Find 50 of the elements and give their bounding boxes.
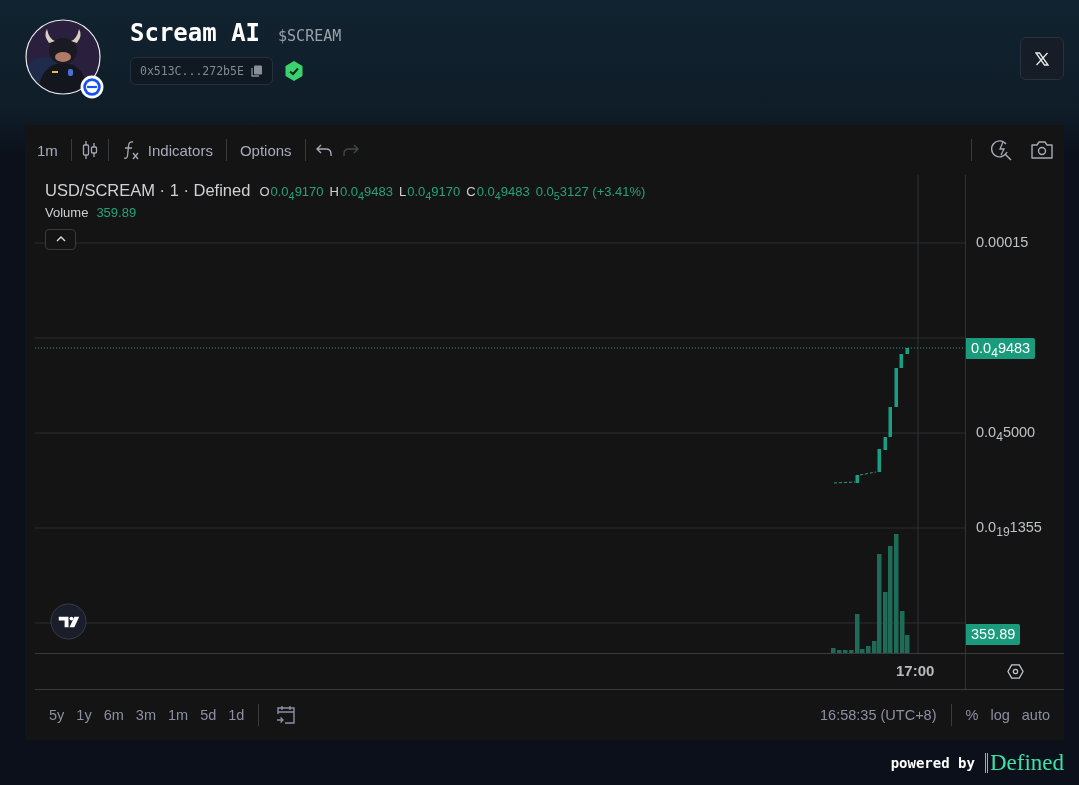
volume-label: Volume bbox=[45, 204, 89, 220]
ohlc-label: O bbox=[259, 184, 270, 199]
ohlc-value: 0.0$_{4}$9170 bbox=[270, 184, 324, 202]
price-tick: 0.00015 bbox=[976, 234, 1029, 250]
range-button[interactable]: 1m bbox=[163, 707, 193, 723]
ohlc-value: 0.0$_{4}$9483 bbox=[339, 184, 393, 202]
time-label: 17:00 bbox=[896, 662, 935, 679]
scale-option[interactable]: log bbox=[986, 707, 1014, 723]
powered-by-text: powered by bbox=[890, 754, 975, 771]
scale-option[interactable]: auto bbox=[1017, 707, 1054, 723]
interval-button[interactable]: 1m bbox=[33, 141, 62, 159]
candlestick-icon[interactable] bbox=[80, 140, 99, 160]
range-button[interactable]: 6m bbox=[99, 707, 128, 723]
scale-option[interactable]: % bbox=[961, 707, 983, 723]
options-button[interactable]: Options bbox=[235, 141, 296, 159]
ohlc-value: 0.0$_{4}$9483 bbox=[476, 184, 530, 202]
range-button[interactable]: 1d bbox=[224, 707, 249, 723]
token-ticker: $SCREAM bbox=[278, 27, 342, 45]
x-logo-icon bbox=[1035, 51, 1049, 66]
price-tag: 0.0$_{4}$9483 bbox=[966, 338, 1036, 359]
price-change: 0.0$_{5}$3127 (+3.41%) bbox=[535, 184, 646, 202]
range-button[interactable]: 3m bbox=[131, 707, 160, 723]
address-copy-button[interactable]: 0x513C...272b5E bbox=[130, 57, 273, 85]
price-tick: 0.0$_{19}$1355 bbox=[976, 519, 1042, 539]
x-logo-button[interactable] bbox=[1020, 37, 1064, 80]
ohlc-label: H bbox=[329, 184, 339, 199]
timezone-clock[interactable]: 16:58:35 (UTC+8) bbox=[820, 707, 937, 723]
range-button[interactable]: 5y bbox=[45, 707, 69, 723]
brand-logo[interactable]: Defined bbox=[984, 752, 1064, 773]
token-name: Scream AI bbox=[130, 19, 261, 47]
volume-tag: 359.89 bbox=[966, 624, 1021, 645]
copy-icon bbox=[250, 65, 263, 77]
symbol-title: USD/SCREAM · 1 · Defined bbox=[45, 181, 251, 200]
volume-value: 359.89 bbox=[96, 204, 137, 220]
camera-icon[interactable] bbox=[1030, 138, 1054, 162]
ohlc-value: 0.0$_{4}$9170 bbox=[407, 184, 461, 202]
indicators-button[interactable]: Indicators bbox=[117, 140, 217, 160]
chevron-up-icon bbox=[55, 236, 66, 243]
range-button[interactable]: 5d bbox=[196, 707, 221, 723]
quick-search-icon[interactable] bbox=[989, 138, 1013, 162]
calendar-icon[interactable] bbox=[275, 704, 298, 726]
collapse-button[interactable] bbox=[45, 228, 76, 250]
settings-icon[interactable] bbox=[1006, 663, 1024, 680]
function-icon bbox=[121, 140, 140, 160]
ohlc-label: C bbox=[466, 184, 476, 199]
badge-icon bbox=[80, 75, 104, 99]
chart-logo-icon[interactable] bbox=[50, 603, 87, 640]
range-button[interactable]: 1y bbox=[72, 707, 96, 723]
price-tick: 0.0$_{4}$5000 bbox=[976, 424, 1036, 444]
ohlc-label: L bbox=[398, 184, 407, 199]
